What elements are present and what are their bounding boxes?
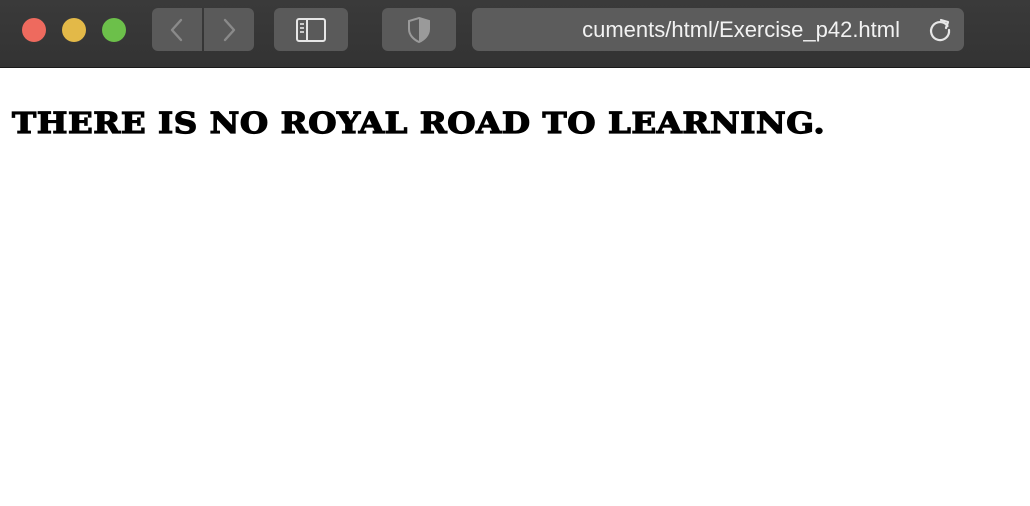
forward-button[interactable] xyxy=(204,8,254,51)
address-bar[interactable]: cuments/html/Exercise_p42.html xyxy=(472,8,964,51)
sidebar-icon xyxy=(296,17,326,42)
chevron-left-icon xyxy=(170,18,183,41)
show-sidebar-button[interactable] xyxy=(274,8,348,51)
minimize-window-button[interactable] xyxy=(62,18,86,42)
shield-icon xyxy=(408,16,430,43)
zoom-window-button[interactable] xyxy=(102,18,126,42)
back-button[interactable] xyxy=(152,8,202,51)
page-heading: THERE IS NO ROYAL ROAD TO LEARNING. xyxy=(11,105,826,140)
url-text[interactable]: cuments/html/Exercise_p42.html xyxy=(472,8,916,51)
close-window-button[interactable] xyxy=(22,18,46,42)
privacy-report-button[interactable] xyxy=(382,8,456,51)
chevron-right-icon xyxy=(223,18,236,41)
browser-toolbar: cuments/html/Exercise_p42.html xyxy=(0,0,1030,68)
reload-icon xyxy=(929,18,951,42)
reload-button[interactable] xyxy=(926,16,954,44)
page-content: THERE IS NO ROYAL ROAD TO LEARNING. xyxy=(0,68,1030,506)
